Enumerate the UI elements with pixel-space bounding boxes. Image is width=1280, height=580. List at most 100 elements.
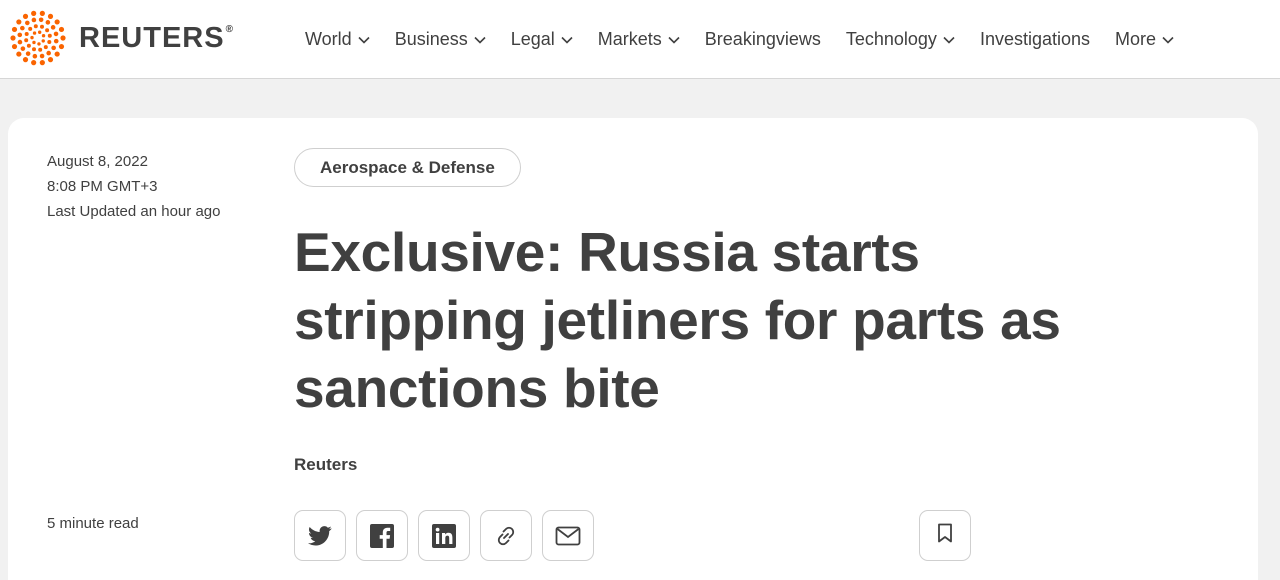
reuters-logo-icon <box>10 10 66 66</box>
logo-dot <box>51 45 56 51</box>
logo-dot <box>58 26 65 33</box>
site-header: REUTERS® World Business Legal Markets Br… <box>0 0 1280 79</box>
logo-dot <box>31 60 37 66</box>
nav-item-investigations[interactable]: Investigations <box>980 29 1090 50</box>
logo-dot <box>26 43 31 48</box>
logo-dot <box>39 60 45 66</box>
logo-dot <box>47 40 52 44</box>
logo-dot <box>22 57 29 63</box>
email-icon <box>555 526 581 546</box>
share-linkedin-button[interactable] <box>418 510 470 561</box>
logo-dot <box>54 51 60 57</box>
logo-dot <box>31 10 37 16</box>
nav-item-label: Breakingviews <box>704 29 821 49</box>
logo-dot <box>53 31 59 37</box>
logo-dot <box>24 32 29 36</box>
logo-dot <box>33 24 38 29</box>
logo-dot <box>37 30 42 34</box>
logo-dot <box>45 20 51 25</box>
nav-item-label: Investigations <box>979 29 1091 49</box>
logo-dot <box>39 10 45 16</box>
twitter-icon <box>308 525 332 546</box>
nav-item-business[interactable]: Business <box>395 29 486 50</box>
logo-dot <box>37 42 41 46</box>
category-tag[interactable]: Aerospace & Defense <box>294 148 521 187</box>
nav-item-label: More <box>1115 29 1157 49</box>
nav-item-label: Technology <box>845 29 937 49</box>
bookmark-icon <box>937 523 953 548</box>
logo-dot <box>10 35 16 41</box>
article-headline: Exclusive: Russia starts stripping jetli… <box>294 221 1061 419</box>
share-bar <box>294 510 604 561</box>
share-facebook-button[interactable] <box>356 510 408 561</box>
logo-dot <box>47 13 54 19</box>
logo-dot <box>22 13 29 19</box>
logo-dot <box>17 32 23 38</box>
author-byline[interactable]: Reuters <box>294 455 357 475</box>
nav-item-technology[interactable]: Technology <box>846 29 955 50</box>
chevron-down-icon <box>1162 36 1174 44</box>
nav-item-label: Legal <box>510 29 555 49</box>
article-card: August 8, 2022 8:08 PM GMT+3 Last Update… <box>8 118 1258 580</box>
nav-item-breakingviews[interactable]: Breakingviews <box>705 29 821 50</box>
link-icon <box>493 523 519 549</box>
logo-dot <box>41 39 45 43</box>
nav-item-legal[interactable]: Legal <box>511 29 573 50</box>
nav-item-label: Markets <box>597 29 662 49</box>
logo-dot <box>32 47 36 52</box>
logo-dot <box>31 17 37 23</box>
logo-dot <box>11 26 18 33</box>
logo-dot <box>47 57 54 63</box>
logo-dot <box>16 51 22 57</box>
nav-item-markets[interactable]: Markets <box>598 29 680 50</box>
logo-dot <box>25 51 31 56</box>
nav-item-more[interactable]: More <box>1115 29 1174 50</box>
logo-dot <box>32 40 36 45</box>
chevron-down-icon <box>474 36 486 44</box>
logo-dot <box>38 17 44 23</box>
logo-dot <box>50 25 56 30</box>
logo-dot <box>24 38 29 43</box>
publish-time: 8:08 PM GMT+3 <box>47 178 158 195</box>
logo-dot <box>60 35 66 41</box>
logo-dot <box>39 53 45 59</box>
logo-dot <box>41 34 46 38</box>
read-time: 5 minute read <box>47 515 139 532</box>
bookmark-button[interactable] <box>919 510 971 561</box>
logo-dot <box>46 50 51 56</box>
logo-dot <box>54 19 60 25</box>
logo-dot <box>40 24 44 29</box>
article-meta: August 8, 2022 8:08 PM GMT+3 Last Update… <box>47 149 220 224</box>
main-nav: World Business Legal Markets Breakingvie… <box>305 0 1199 79</box>
logo-dot <box>47 33 52 38</box>
last-updated: Last Updated an hour ago <box>47 203 221 220</box>
copy-link-button[interactable] <box>480 510 532 561</box>
logo-dot <box>11 43 18 50</box>
nav-item-label: World <box>305 29 352 49</box>
logo-dot <box>25 20 30 26</box>
linkedin-icon <box>432 523 456 548</box>
logo-dot <box>53 38 59 44</box>
chevron-down-icon <box>943 36 955 44</box>
chevron-down-icon <box>668 36 680 44</box>
logo-dot <box>43 45 48 50</box>
logo-dot <box>32 31 37 35</box>
chevron-down-icon <box>561 36 573 44</box>
logo-dot <box>20 46 26 51</box>
logo-dot <box>45 28 50 33</box>
logo-dot <box>16 19 22 25</box>
brand-name: REUTERS® <box>79 21 234 54</box>
reuters-logo[interactable]: REUTERS® <box>8 10 234 66</box>
logo-dot <box>58 43 65 50</box>
logo-dot <box>30 35 34 40</box>
share-email-button[interactable] <box>542 510 594 561</box>
logo-dot <box>17 39 23 45</box>
facebook-icon <box>370 523 394 548</box>
logo-dot <box>32 53 38 59</box>
nav-item-world[interactable]: World <box>305 29 370 50</box>
publish-date: August 8, 2022 <box>47 153 148 170</box>
logo-dot <box>20 25 25 31</box>
share-twitter-button[interactable] <box>294 510 346 561</box>
logo-dot <box>28 26 33 31</box>
chevron-down-icon <box>358 36 370 44</box>
